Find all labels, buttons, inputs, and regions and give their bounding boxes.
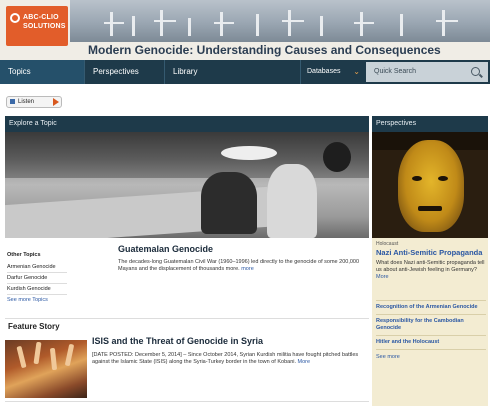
topic-hero-image[interactable] — [5, 132, 369, 238]
other-topics-heading: Other Topics — [7, 252, 41, 258]
search-placeholder: Quick Search — [374, 68, 417, 75]
feature-story-heading: Feature Story — [8, 322, 60, 331]
divider — [5, 318, 369, 319]
play-icon — [53, 98, 59, 106]
perspective-links: Recognition of the Armenian Genocide Res… — [376, 300, 486, 360]
topic-more-link[interactable]: more — [241, 266, 254, 272]
divider — [5, 401, 369, 402]
perspective-link[interactable]: Hitler and the Holocaust — [376, 335, 486, 349]
other-topic-link[interactable]: Darfur Genocide — [7, 273, 67, 284]
perspective-question-text: What does Nazi anti-Semitic propaganda t… — [376, 260, 485, 273]
tab-library[interactable]: Library — [164, 60, 244, 84]
topic-title[interactable]: Guatemalan Genocide — [118, 244, 368, 254]
perspective-more-link[interactable]: More — [376, 274, 389, 280]
explore-topic-header: Explore a Topic — [5, 116, 369, 132]
other-topics: Other Topics Armenian Genocide Darfur Ge… — [7, 252, 67, 305]
perspective-card: Holocaust Nazi Anti-Semitic Propaganda W… — [376, 241, 486, 281]
perspective-link[interactable]: Responsibility for the Cambodian Genocid… — [376, 314, 486, 335]
quick-search-input[interactable]: Quick Search — [366, 62, 488, 82]
logo-mark-icon — [10, 13, 20, 23]
tab-perspectives[interactable]: Perspectives — [84, 60, 164, 84]
tab-topics[interactable]: Topics — [0, 60, 84, 84]
topic-summary: Guatemalan Genocide The decades-long Gua… — [118, 244, 368, 273]
see-more-topics-link[interactable]: See more Topics — [7, 295, 67, 305]
header-banner: ABC-CLIO SOLUTIONS Modern Genocide: Unde… — [0, 0, 490, 60]
feature-story-description: [DATE POSTED: December 5, 2014] – Since … — [92, 352, 366, 366]
topic-desc-text: The decades-long Guatemalan Civil War (1… — [118, 259, 360, 272]
topic-description: The decades-long Guatemalan Civil War (1… — [118, 259, 368, 273]
speaker-icon — [10, 99, 15, 104]
databases-label: Databases — [307, 68, 341, 75]
other-topic-link[interactable]: Kurdish Genocide — [7, 284, 67, 295]
perspective-question: What does Nazi anti-Semitic propaganda t… — [376, 260, 486, 281]
other-topic-link[interactable]: Armenian Genocide — [7, 262, 67, 273]
chevron-down-icon: ⌄ — [353, 67, 360, 76]
banner-photo — [70, 0, 490, 42]
perspectives-header: Perspectives — [372, 116, 488, 132]
main-nav: Topics Perspectives Library Databases ⌄ … — [0, 60, 490, 84]
databases-dropdown[interactable]: Databases ⌄ — [300, 60, 366, 84]
feature-story-image[interactable] — [5, 340, 87, 398]
perspective-title[interactable]: Nazi Anti-Semitic Propaganda — [376, 248, 486, 257]
feature-more-link[interactable]: More — [298, 359, 311, 365]
feature-desc-text: [DATE POSTED: December 5, 2014] – Since … — [92, 352, 359, 365]
logo-text: ABC-CLIO SOLUTIONS — [23, 14, 66, 30]
see-more-perspectives-link[interactable]: See more — [376, 349, 486, 360]
perspective-image[interactable] — [372, 132, 488, 238]
abc-clio-logo[interactable]: ABC-CLIO SOLUTIONS — [6, 6, 68, 46]
search-icon[interactable] — [471, 67, 480, 76]
feature-story-title[interactable]: ISIS and the Threat of Genocide in Syria — [92, 336, 368, 346]
listen-label: Listen — [18, 99, 35, 105]
perspective-category: Holocaust — [376, 241, 399, 247]
site-title: Modern Genocide: Understanding Causes an… — [88, 43, 441, 57]
listen-button[interactable]: Listen — [6, 96, 62, 108]
perspective-link[interactable]: Recognition of the Armenian Genocide — [376, 300, 486, 314]
